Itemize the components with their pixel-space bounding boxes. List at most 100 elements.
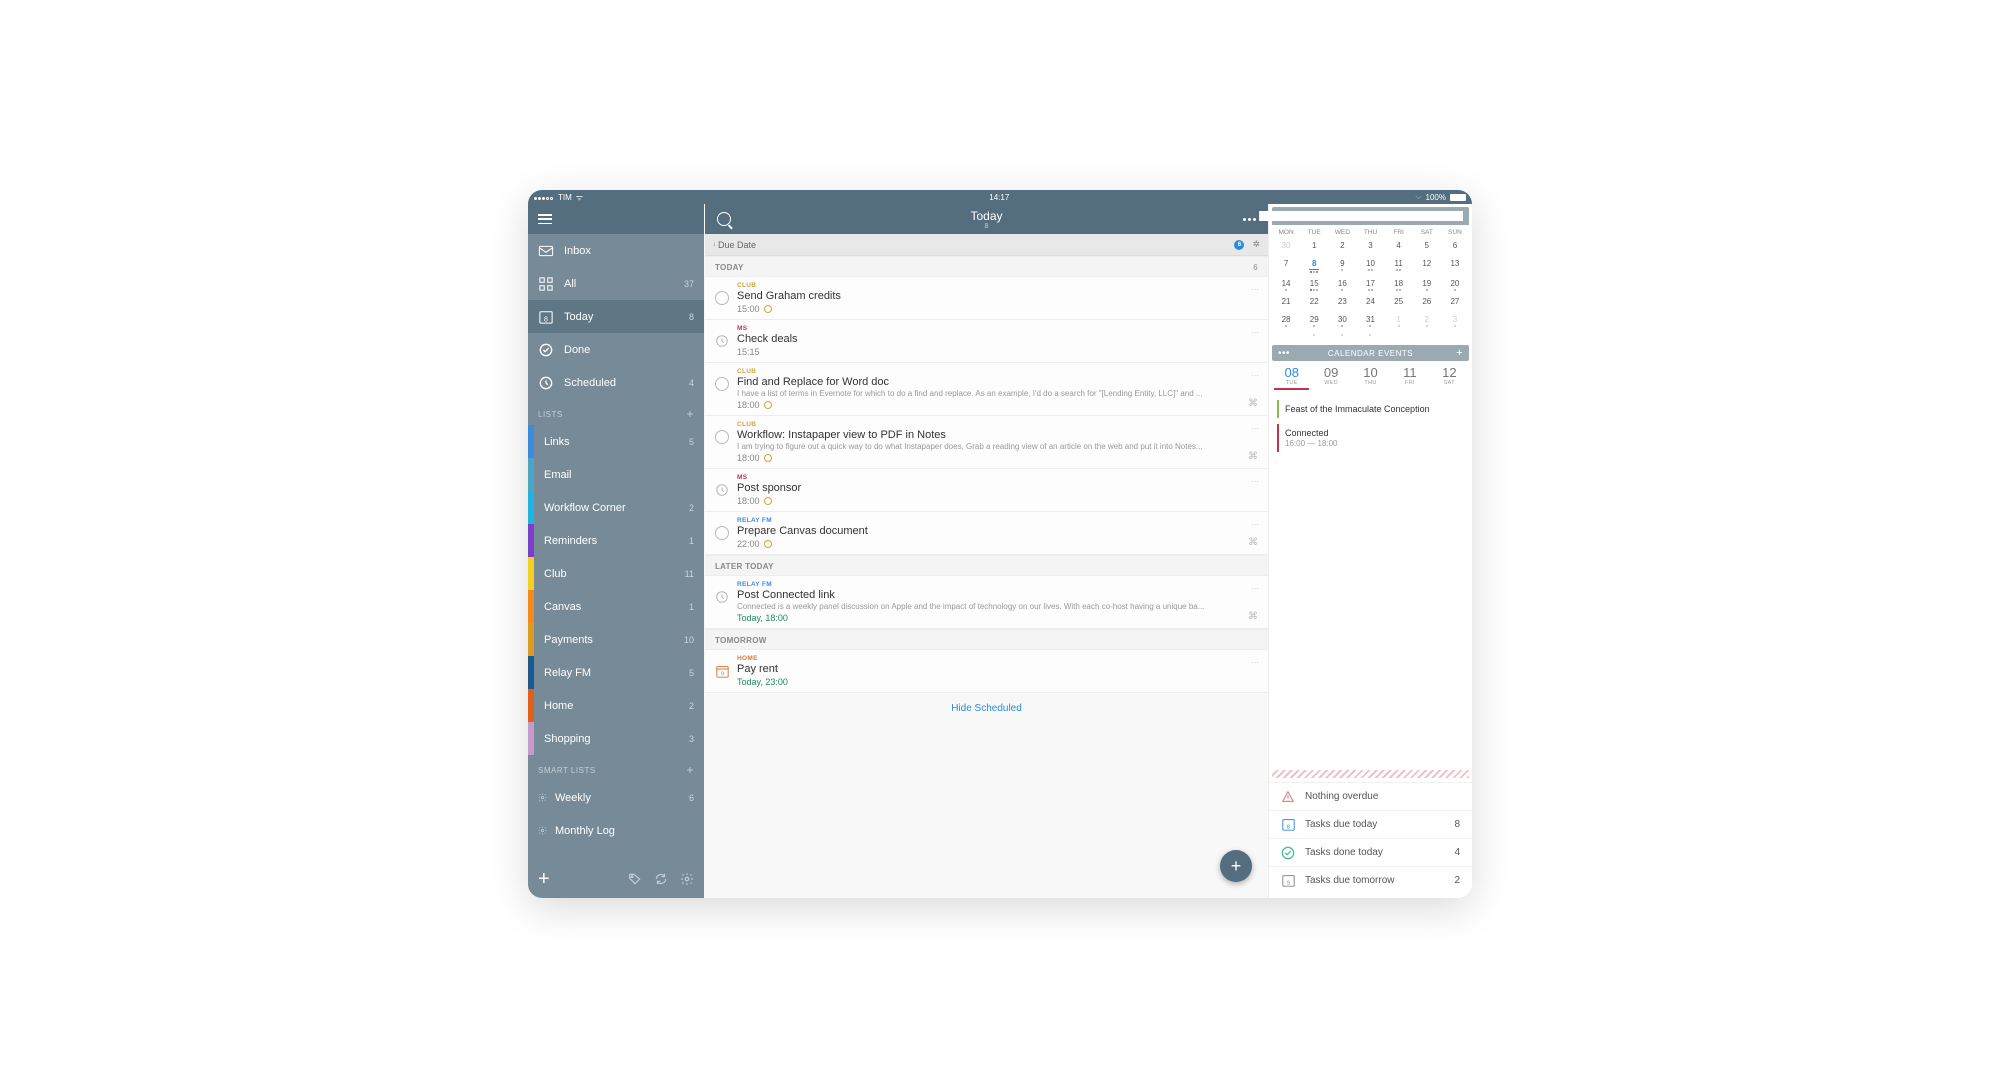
sort-bar[interactable]: ↓ Due Date 6 ✲ <box>705 234 1268 256</box>
smartlist-weekly[interactable]: Weekly6 <box>528 781 704 814</box>
sidebar-today[interactable]: 8Today8 <box>528 300 704 333</box>
week-day[interactable]: 12SAT <box>1430 365 1469 390</box>
add-event-button[interactable]: + <box>1456 347 1463 359</box>
calendar-day[interactable] <box>1441 330 1469 339</box>
calendar-day[interactable]: 3 <box>1441 312 1469 330</box>
calendar-day[interactable]: 9 <box>1328 256 1356 276</box>
task-menu-icon[interactable]: ⋯ <box>1251 328 1258 337</box>
list-club[interactable]: Club11 <box>528 557 704 590</box>
calendar-day[interactable]: 10 <box>1356 256 1384 276</box>
calendar-day[interactable] <box>1356 330 1384 339</box>
task-menu-icon[interactable]: ⋯ <box>1251 477 1258 486</box>
calendar-day[interactable]: 28 <box>1272 312 1300 330</box>
list-email[interactable]: Email <box>528 458 704 491</box>
calendar-day[interactable]: 31 <box>1356 312 1384 330</box>
calendar-day[interactable] <box>1272 330 1300 339</box>
task-row[interactable]: MS Post sponsor 18:00 ⋯ <box>705 469 1268 512</box>
calendar-day[interactable]: 6 <box>1441 238 1469 256</box>
calendar-day[interactable]: 3 <box>1356 238 1384 256</box>
next-month-button[interactable]: › <box>1259 211 1463 221</box>
more-icon[interactable] <box>1243 218 1256 221</box>
sidebar-inbox[interactable]: Inbox <box>528 234 704 267</box>
list-canvas[interactable]: Canvas1 <box>528 590 704 623</box>
sidebar-done[interactable]: Done <box>528 333 704 366</box>
calendar-day[interactable]: 23 <box>1328 294 1356 312</box>
summary-today[interactable]: 8Tasks due today8 <box>1269 810 1472 838</box>
settings-icon[interactable] <box>680 872 694 886</box>
list-payments[interactable]: Payments10 <box>528 623 704 656</box>
calendar-day[interactable]: 13 <box>1441 256 1469 276</box>
event-item[interactable]: Feast of the Immaculate Conception <box>1277 400 1464 418</box>
sidebar-scheduled[interactable]: Scheduled4 <box>528 366 704 399</box>
calendar-day[interactable] <box>1385 330 1413 339</box>
task-row[interactable]: RELAY FM Post Connected link Connected i… <box>705 576 1268 629</box>
summary-warning[interactable]: Nothing overdue <box>1269 782 1472 810</box>
task-menu-icon[interactable]: ⋯ <box>1251 424 1258 433</box>
smartlist-monthly-log[interactable]: Monthly Log <box>528 814 704 847</box>
calendar-day[interactable]: 12 <box>1413 256 1441 276</box>
calendar-day[interactable]: 17 <box>1356 276 1384 294</box>
sidebar-all[interactable]: All37 <box>528 267 704 300</box>
new-task-button[interactable]: + <box>538 868 550 891</box>
list-shopping[interactable]: Shopping3 <box>528 722 704 755</box>
add-list-button[interactable]: + <box>686 407 694 421</box>
task-row[interactable]: CLUB Find and Replace for Word doc I hav… <box>705 363 1268 416</box>
task-checkbox[interactable] <box>715 377 729 391</box>
week-day[interactable]: 11FRI <box>1390 365 1429 390</box>
calendar-day[interactable]: 30 <box>1272 238 1300 256</box>
task-checkbox[interactable] <box>715 291 729 305</box>
sync-icon[interactable] <box>654 872 668 886</box>
calendar-day[interactable]: 21 <box>1272 294 1300 312</box>
task-menu-icon[interactable]: ⋯ <box>1251 371 1258 380</box>
task-menu-icon[interactable]: ⋯ <box>1251 584 1258 593</box>
calendar-day[interactable]: 2 <box>1413 312 1441 330</box>
calendar-day[interactable]: 1 <box>1385 312 1413 330</box>
calendar-day[interactable]: 20 <box>1441 276 1469 294</box>
week-day[interactable]: 08TUE <box>1272 365 1311 390</box>
calendar-day[interactable]: 25 <box>1385 294 1413 312</box>
calendar-day[interactable] <box>1328 330 1356 339</box>
task-menu-icon[interactable]: ⋯ <box>1251 520 1258 529</box>
calendar-day[interactable]: 1 <box>1300 238 1328 256</box>
tag-icon[interactable] <box>628 872 642 886</box>
list-relay-fm[interactable]: Relay FM5 <box>528 656 704 689</box>
list-reminders[interactable]: Reminders1 <box>528 524 704 557</box>
calendar-day[interactable]: 30 <box>1328 312 1356 330</box>
calendar-day[interactable]: 26 <box>1413 294 1441 312</box>
task-menu-icon[interactable]: ⋯ <box>1251 658 1258 667</box>
calendar-day[interactable]: 24 <box>1356 294 1384 312</box>
task-menu-icon[interactable]: ⋯ <box>1251 285 1258 294</box>
add-task-fab[interactable]: + <box>1220 850 1252 882</box>
calendar-day[interactable]: 22 <box>1300 294 1328 312</box>
calendar-day[interactable]: 18 <box>1385 276 1413 294</box>
task-row[interactable]: CLUB Workflow: Instapaper view to PDF in… <box>705 416 1268 469</box>
calendar-day[interactable]: 7 <box>1272 256 1300 276</box>
list-links[interactable]: Links5 <box>528 425 704 458</box>
event-item[interactable]: Connected16:00 — 18:00 <box>1277 424 1464 452</box>
hide-scheduled-button[interactable]: Hide Scheduled <box>705 693 1268 724</box>
calendar-day[interactable]: 2 <box>1328 238 1356 256</box>
week-day[interactable]: 09WED <box>1311 365 1350 390</box>
list-workflow-corner[interactable]: Workflow Corner2 <box>528 491 704 524</box>
calendar-day[interactable]: 14 <box>1272 276 1300 294</box>
calendar-day[interactable]: 19 <box>1413 276 1441 294</box>
calendar-day[interactable]: 5 <box>1413 238 1441 256</box>
task-checkbox[interactable] <box>715 526 729 540</box>
task-row[interactable]: RELAY FM Prepare Canvas document 22:00 ⋯… <box>705 512 1268 555</box>
calendar-day[interactable] <box>1300 330 1328 339</box>
summary-done[interactable]: Tasks done today4 <box>1269 838 1472 866</box>
task-checkbox[interactable] <box>715 430 729 444</box>
menu-icon[interactable] <box>538 214 552 224</box>
calendar-day[interactable] <box>1413 330 1441 339</box>
calendar-day[interactable]: 16 <box>1328 276 1356 294</box>
list-home[interactable]: Home2 <box>528 689 704 722</box>
calendar-day[interactable]: 11 <box>1385 256 1413 276</box>
calendar-day[interactable]: 4 <box>1385 238 1413 256</box>
filter-badge[interactable]: 6 <box>1234 240 1244 250</box>
task-row[interactable]: 9 HOME Pay rent Today, 23:00 ⋯ <box>705 650 1268 693</box>
calendar-day[interactable]: 29 <box>1300 312 1328 330</box>
task-row[interactable]: CLUB Send Graham credits 15:00 ⋯ <box>705 277 1268 320</box>
search-icon[interactable] <box>717 212 731 226</box>
calendar-day[interactable]: 15 <box>1300 276 1328 294</box>
task-row[interactable]: MS Check deals 15:15 ⋯ <box>705 320 1268 363</box>
